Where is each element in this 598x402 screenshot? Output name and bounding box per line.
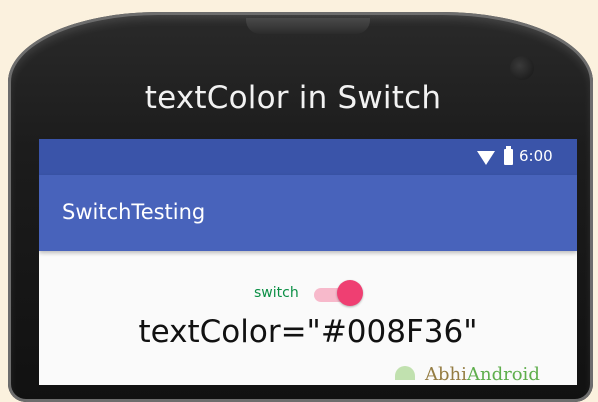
textcolor-caption: textColor="#008F36" — [138, 314, 478, 350]
watermark-text-abhi: Abhi — [425, 364, 467, 385]
watermark-text-android: Android — [467, 364, 540, 385]
headline: textColor in Switch — [144, 80, 442, 116]
android-logo-icon — [395, 366, 415, 380]
wifi-icon — [477, 151, 495, 165]
switch-thumb[interactable] — [337, 280, 363, 306]
app-title: SwitchTesting — [62, 200, 206, 224]
switch-control[interactable]: switch — [39, 279, 577, 309]
app-bar: SwitchTesting — [39, 175, 577, 251]
battery-icon — [504, 146, 513, 165]
phone-screen: 6:00 SwitchTesting switch textColor="#00… — [39, 139, 577, 385]
status-time: 6:00 — [519, 147, 553, 165]
status-bar: 6:00 — [39, 139, 577, 175]
front-camera — [510, 56, 534, 80]
switch-label[interactable]: switch — [254, 285, 299, 301]
earpiece-speaker — [246, 18, 370, 34]
